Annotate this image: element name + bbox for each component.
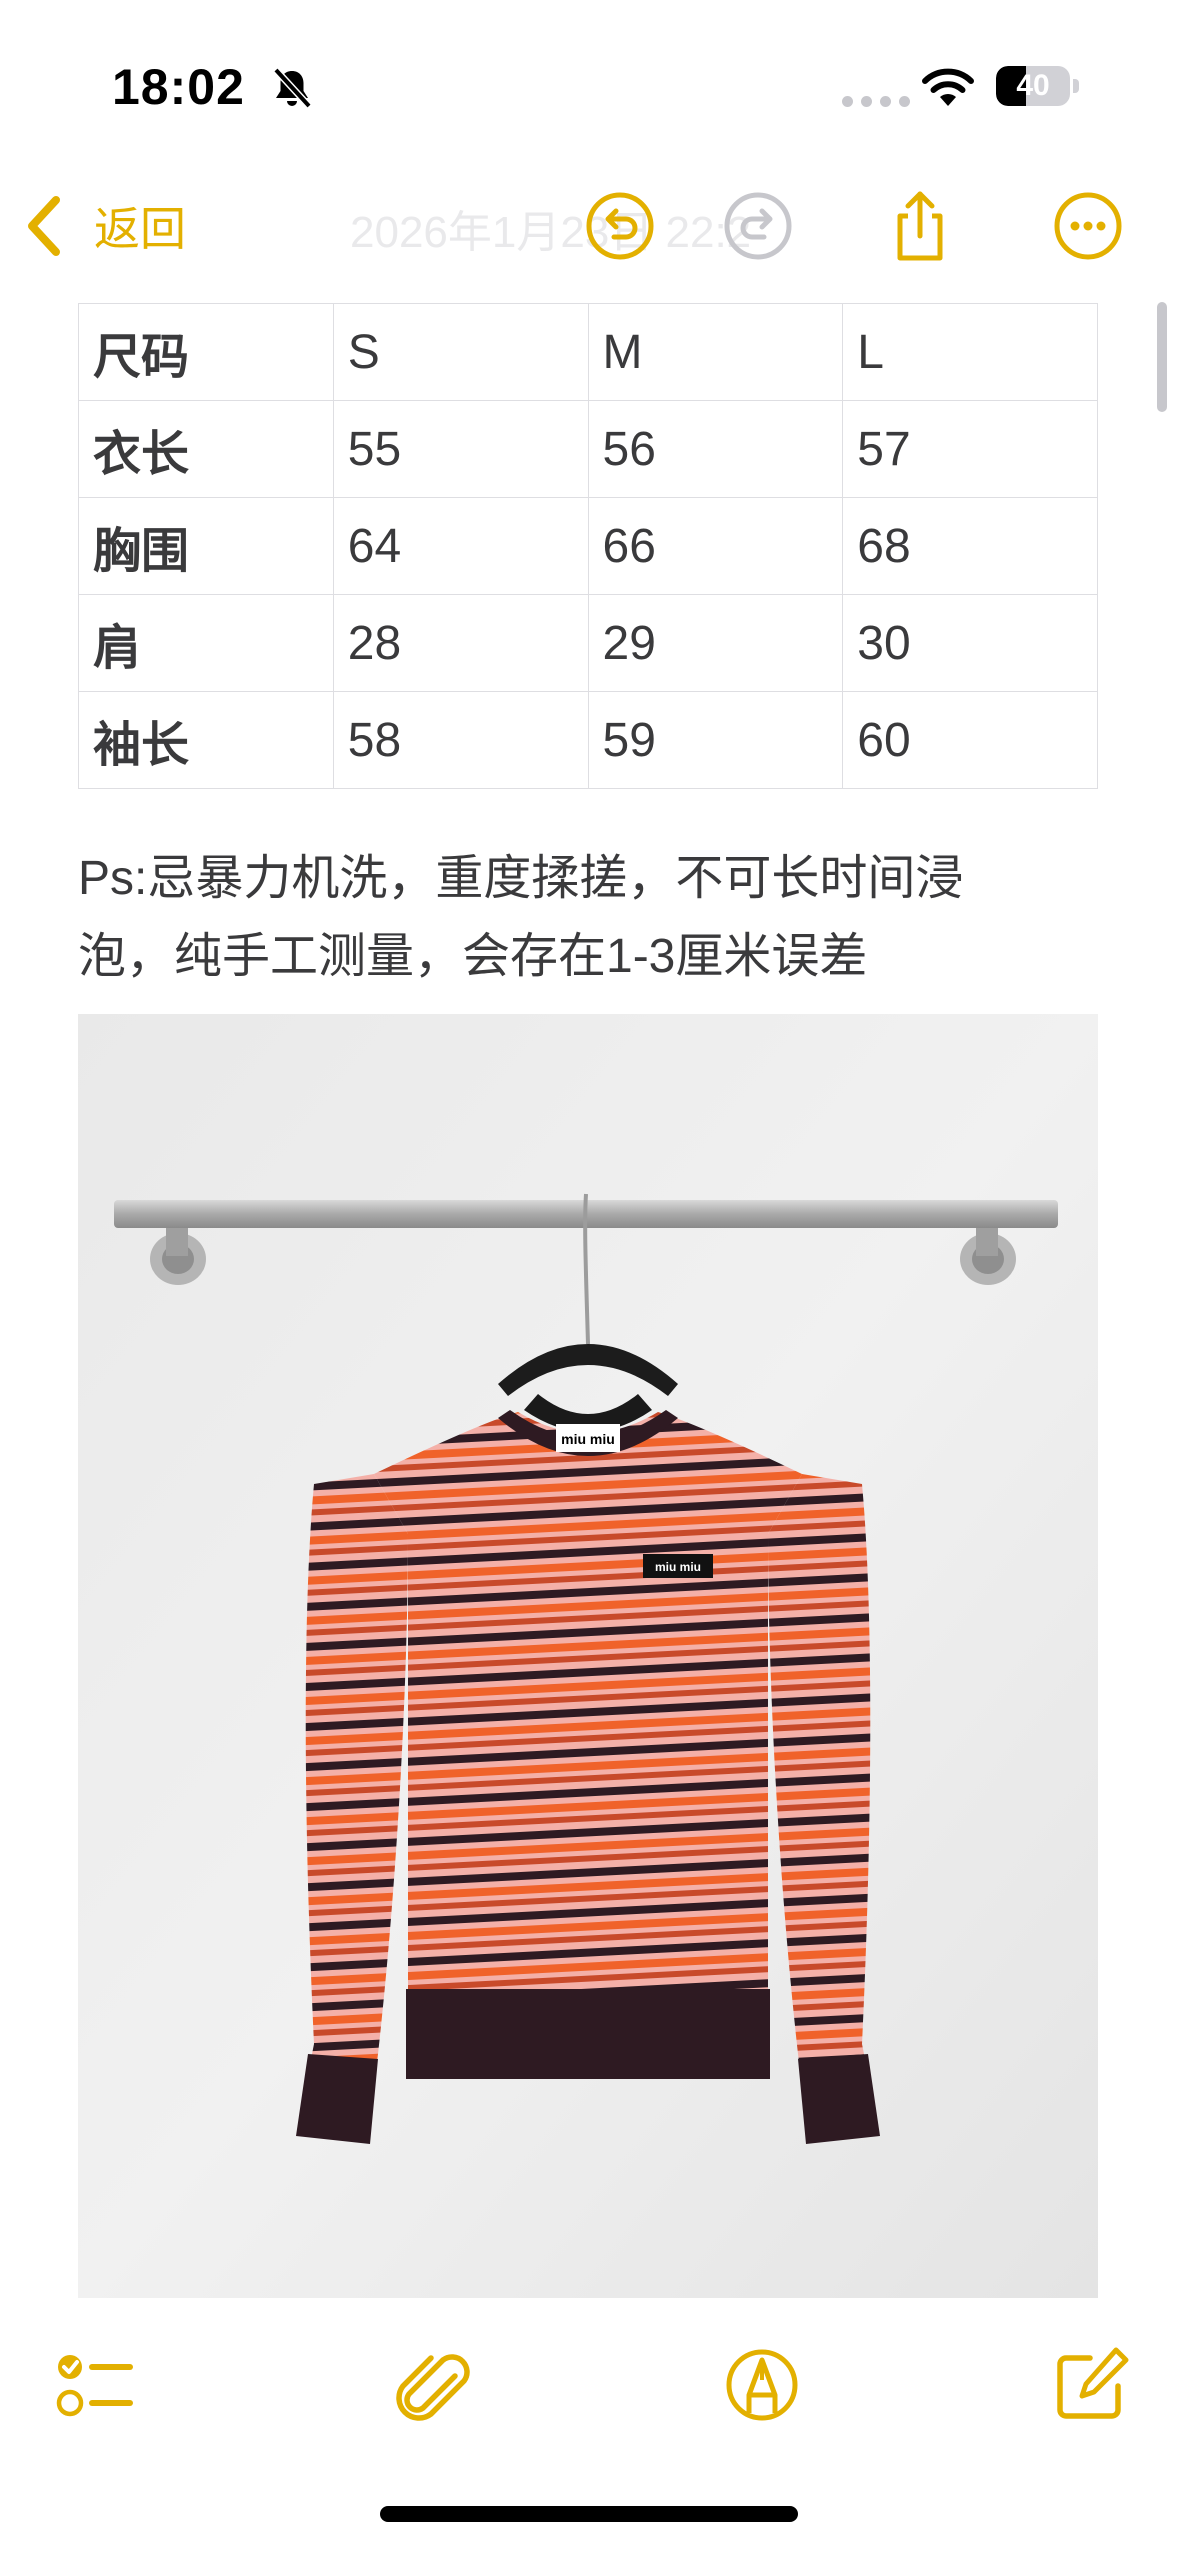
redo-icon[interactable] [718, 186, 798, 266]
table-row: 胸围 64 66 68 [78, 497, 1098, 595]
chevron-left-icon [28, 196, 60, 256]
table-cell[interactable]: 30 [842, 594, 1098, 692]
sweater-photo[interactable]: miu miu miu miu [78, 1014, 1098, 2298]
neck-label-text: miu miu [561, 1431, 615, 1447]
table-cell[interactable]: 58 [332, 691, 589, 789]
table-header-row: 尺码 S M L [78, 303, 1098, 401]
table-cell[interactable]: 29 [587, 594, 844, 692]
table-cell[interactable]: 28 [332, 594, 589, 692]
table-header-cell[interactable]: L [842, 303, 1098, 401]
battery-cap [1073, 79, 1079, 93]
notes-screen: 18:02 40 2026年1月23日 22:2 返回 尺码 S M L 衣长 … [0, 0, 1179, 2556]
chest-patch-text: miu miu [655, 1560, 701, 1574]
pen-tip-icon[interactable] [717, 2340, 807, 2430]
table-header-cell[interactable]: S [332, 303, 589, 401]
table-row-label[interactable]: 肩 [78, 594, 334, 692]
note-line-1: Ps:忌暴力机洗，重度揉搓，不可长时间浸 [78, 852, 964, 905]
table-row-label[interactable]: 胸围 [78, 497, 334, 595]
table-cell[interactable]: 55 [332, 400, 589, 498]
undo-icon[interactable] [580, 186, 660, 266]
back-button[interactable]: 返回 [24, 190, 186, 262]
note-title: 2026年1月23日 22:2 [350, 208, 752, 257]
home-indicator[interactable] [380, 2506, 798, 2522]
signal-dots-icon [842, 96, 910, 107]
status-time: 18:02 [112, 59, 245, 115]
bell-slash-icon [273, 67, 312, 109]
table-cell[interactable]: 57 [842, 400, 1098, 498]
compose-icon[interactable] [1046, 2340, 1136, 2430]
wifi-icon [922, 68, 974, 106]
table-row: 肩 28 29 30 [78, 594, 1098, 692]
battery-icon: 40 [996, 66, 1070, 106]
more-icon[interactable] [1048, 186, 1128, 266]
table-row: 衣长 55 56 57 [78, 400, 1098, 498]
table-row: 袖长 58 59 60 [78, 691, 1098, 789]
battery-label: 40 [1016, 69, 1050, 102]
paperclip-icon[interactable] [385, 2340, 475, 2430]
table-row-label[interactable]: 袖长 [78, 691, 334, 789]
table-header-cell[interactable]: 尺码 [78, 303, 334, 401]
table-cell[interactable]: 68 [842, 497, 1098, 595]
table-cell[interactable]: 66 [587, 497, 844, 595]
table-cell[interactable]: 56 [587, 400, 844, 498]
back-label: 返回 [94, 203, 186, 255]
table-row-label[interactable]: 衣长 [78, 400, 334, 498]
table-cell[interactable]: 60 [842, 691, 1098, 789]
size-table: 尺码 S M L 衣长 55 56 57 胸围 64 66 68 肩 28 29 [78, 303, 1098, 789]
table-cell[interactable]: 64 [332, 497, 589, 595]
note-text[interactable]: Ps:忌暴力机洗，重度揉搓，不可长时间浸 泡，纯手工测量，会存在1-3厘米误差 [78, 840, 1058, 996]
sweater-illustration: miu miu miu miu [78, 1014, 1098, 2298]
scrollbar-thumb[interactable] [1157, 302, 1167, 412]
checklist-icon[interactable] [50, 2340, 140, 2430]
table-cell[interactable]: 59 [587, 691, 844, 789]
table-header-cell[interactable]: M [587, 303, 844, 401]
share-icon[interactable] [880, 186, 960, 266]
note-line-2: 泡，纯手工测量，会存在1-3厘米误差 [78, 930, 868, 983]
